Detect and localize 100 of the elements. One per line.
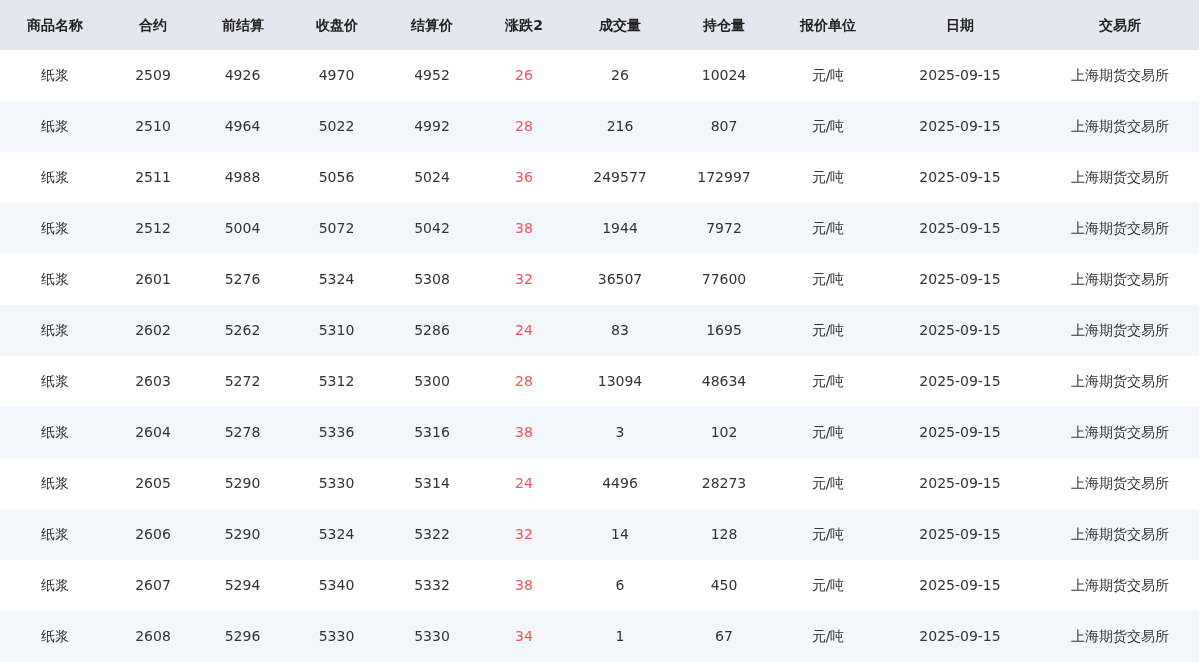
table-cell: 2025-09-15	[880, 356, 1040, 407]
table-cell: 元/吨	[776, 407, 880, 458]
table-cell: 5332	[384, 560, 480, 611]
table-cell: 2025-09-15	[880, 611, 1040, 662]
table-cell: 2025-09-15	[880, 509, 1040, 560]
table-cell: 上海期货交易所	[1040, 50, 1199, 101]
table-cell: 102	[672, 407, 776, 458]
table-cell: 48634	[672, 356, 776, 407]
table-cell: 5272	[196, 356, 289, 407]
table-cell: 83	[568, 305, 672, 356]
table-cell: 纸浆	[0, 254, 110, 305]
table-cell: 1695	[672, 305, 776, 356]
table-cell: 1	[568, 611, 672, 662]
table-cell: 2510	[110, 101, 196, 152]
table-cell: 28273	[672, 458, 776, 509]
table-cell: 28	[480, 356, 568, 407]
table-cell: 纸浆	[0, 101, 110, 152]
column-header: 收盘价	[289, 0, 384, 50]
table-cell: 128	[672, 509, 776, 560]
table-cell: 26	[568, 50, 672, 101]
table-cell: 上海期货交易所	[1040, 509, 1199, 560]
table-cell: 上海期货交易所	[1040, 152, 1199, 203]
table-cell: 2602	[110, 305, 196, 356]
table-cell: 26	[480, 50, 568, 101]
table-cell: 上海期货交易所	[1040, 611, 1199, 662]
table-cell: 纸浆	[0, 458, 110, 509]
table-cell: 5300	[384, 356, 480, 407]
table-cell: 5308	[384, 254, 480, 305]
table-cell: 2607	[110, 560, 196, 611]
table-cell: 2025-09-15	[880, 407, 1040, 458]
table-cell: 5042	[384, 203, 480, 254]
table-cell: 807	[672, 101, 776, 152]
table-cell: 纸浆	[0, 356, 110, 407]
column-header: 结算价	[384, 0, 480, 50]
table-cell: 2511	[110, 152, 196, 203]
table-cell: 5024	[384, 152, 480, 203]
table-cell: 上海期货交易所	[1040, 203, 1199, 254]
table-cell: 纸浆	[0, 203, 110, 254]
table-cell: 上海期货交易所	[1040, 407, 1199, 458]
table-cell: 5290	[196, 458, 289, 509]
table-cell: 4988	[196, 152, 289, 203]
table-cell: 5004	[196, 203, 289, 254]
table-cell: 34	[480, 611, 568, 662]
column-header: 成交量	[568, 0, 672, 50]
table-cell: 纸浆	[0, 407, 110, 458]
table-cell: 2604	[110, 407, 196, 458]
table-cell: 4952	[384, 50, 480, 101]
table-cell: 36	[480, 152, 568, 203]
table-cell: 4970	[289, 50, 384, 101]
table-cell: 172997	[672, 152, 776, 203]
table-cell: 216	[568, 101, 672, 152]
table-cell: 5324	[289, 254, 384, 305]
table-cell: 元/吨	[776, 50, 880, 101]
table-cell: 元/吨	[776, 509, 880, 560]
table-cell: 36507	[568, 254, 672, 305]
table-cell: 5286	[384, 305, 480, 356]
table-cell: 纸浆	[0, 50, 110, 101]
table-cell: 元/吨	[776, 203, 880, 254]
table-cell: 24	[480, 458, 568, 509]
table-cell: 5310	[289, 305, 384, 356]
table-cell: 5290	[196, 509, 289, 560]
table-cell: 纸浆	[0, 560, 110, 611]
table-cell: 5314	[384, 458, 480, 509]
table-cell: 元/吨	[776, 611, 880, 662]
table-cell: 上海期货交易所	[1040, 305, 1199, 356]
table-cell: 纸浆	[0, 509, 110, 560]
table-cell: 3	[568, 407, 672, 458]
table-cell: 5330	[289, 611, 384, 662]
table-cell: 上海期货交易所	[1040, 356, 1199, 407]
table-cell: 5294	[196, 560, 289, 611]
table-cell: 5056	[289, 152, 384, 203]
table-cell: 2512	[110, 203, 196, 254]
table-cell: 4992	[384, 101, 480, 152]
table-cell: 4926	[196, 50, 289, 101]
table-cell: 450	[672, 560, 776, 611]
table-cell: 5336	[289, 407, 384, 458]
table-cell: 上海期货交易所	[1040, 458, 1199, 509]
table-cell: 2606	[110, 509, 196, 560]
table-cell: 纸浆	[0, 305, 110, 356]
table-cell: 38	[480, 407, 568, 458]
table-cell: 2605	[110, 458, 196, 509]
table-cell: 5262	[196, 305, 289, 356]
table-cell: 5324	[289, 509, 384, 560]
table-cell: 2025-09-15	[880, 305, 1040, 356]
column-header: 持仓量	[672, 0, 776, 50]
table-cell: 上海期货交易所	[1040, 101, 1199, 152]
table-cell: 5312	[289, 356, 384, 407]
table-cell: 5296	[196, 611, 289, 662]
table-cell: 5340	[289, 560, 384, 611]
table-cell: 77600	[672, 254, 776, 305]
table-cell: 1944	[568, 203, 672, 254]
table-cell: 元/吨	[776, 101, 880, 152]
table-cell: 5330	[289, 458, 384, 509]
column-header: 日期	[880, 0, 1040, 50]
table-cell: 67	[672, 611, 776, 662]
table-cell: 13094	[568, 356, 672, 407]
table-cell: 纸浆	[0, 611, 110, 662]
table-cell: 元/吨	[776, 458, 880, 509]
table-cell: 2603	[110, 356, 196, 407]
table-cell: 元/吨	[776, 152, 880, 203]
